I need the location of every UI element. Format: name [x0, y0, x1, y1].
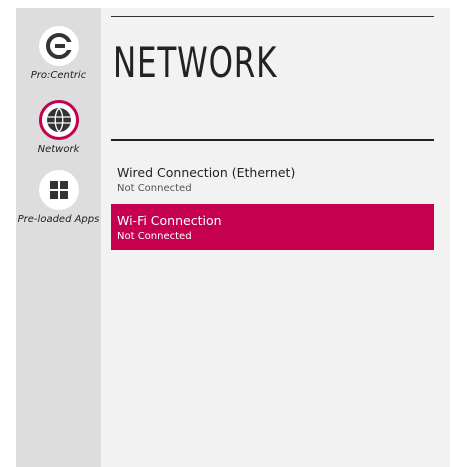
- apps-grid-icon: [38, 170, 79, 210]
- top-divider: [111, 16, 434, 17]
- sidebar-item-label: Network: [37, 144, 80, 155]
- connection-item-wired[interactable]: Wired Connection (Ethernet) Not Connecte…: [111, 156, 434, 202]
- sidebar-item-label: Pro:Centric: [30, 70, 87, 81]
- main-content: NETWORK Wired Connection (Ethernet) Not …: [111, 8, 434, 467]
- connection-item-wifi[interactable]: Wi-Fi Connection Not Connected: [111, 204, 434, 250]
- pro-centric-icon: [38, 26, 79, 66]
- page-title: NETWORK: [113, 38, 278, 87]
- sidebar-item-pre-loaded-apps[interactable]: Pre-loaded Apps: [16, 170, 101, 225]
- connection-status: Not Connected: [117, 183, 192, 194]
- connection-status: Not Connected: [117, 231, 192, 242]
- title-divider: [111, 139, 434, 141]
- connection-name: Wi-Fi Connection: [117, 213, 222, 228]
- sidebar-item-pro-centric[interactable]: Pro:Centric: [16, 26, 101, 81]
- sidebar-item-network[interactable]: Network: [16, 100, 101, 155]
- connection-name: Wired Connection (Ethernet): [117, 165, 296, 180]
- sidebar: Pro:Centric Network Pre-loaded Apps: [16, 8, 101, 467]
- settings-panel: Pro:Centric Network Pre-loaded Apps NETW…: [16, 8, 450, 467]
- network-globe-icon: [38, 100, 79, 140]
- sidebar-item-label: Pre-loaded Apps: [17, 214, 100, 225]
